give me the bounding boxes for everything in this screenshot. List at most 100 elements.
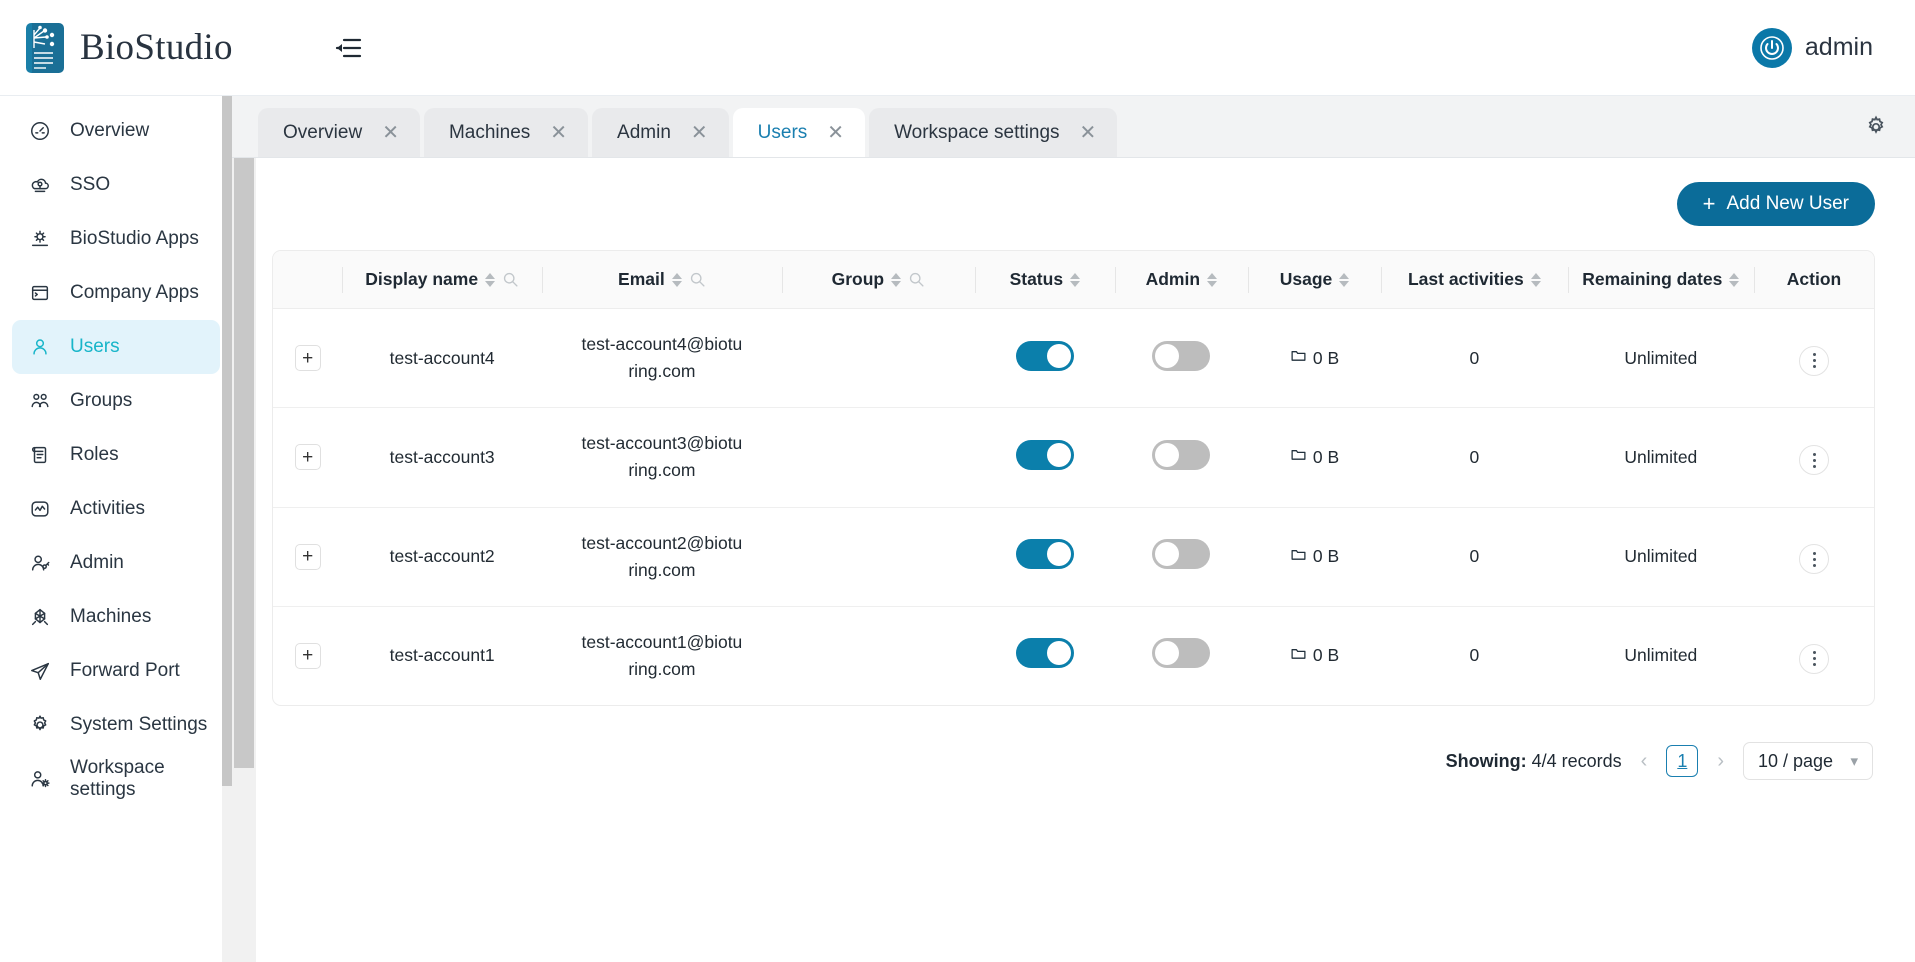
kebab-menu-icon[interactable]: [1799, 643, 1830, 674]
collapse-menu-icon[interactable]: [326, 26, 370, 70]
admin-cell: [1114, 507, 1248, 607]
expand-cell: +: [273, 507, 343, 607]
status-cell: [974, 507, 1115, 607]
content-area: Overview ✕ Machines ✕ Admin ✕ Users ✕ Workspace …: [232, 96, 1915, 962]
folder-icon: [1290, 645, 1307, 667]
sidebar-item-system-settings[interactable]: System Settings: [12, 698, 220, 752]
user-menu[interactable]: admin: [1751, 27, 1873, 68]
toggle-knob: [1046, 542, 1071, 567]
power-user-avatar-icon: [1751, 27, 1792, 68]
toggle-knob: [1155, 442, 1180, 467]
sidebar-item-workspace-settings[interactable]: Workspace settings: [12, 752, 220, 806]
status-toggle[interactable]: [1015, 340, 1074, 371]
plus-icon[interactable]: +: [294, 543, 321, 570]
sidebar-item-forward-port[interactable]: Forward Port: [12, 644, 220, 698]
column-header-label: Status: [1009, 269, 1064, 289]
chevron-down-icon: ▾: [1850, 753, 1858, 770]
close-icon[interactable]: ✕: [550, 123, 567, 143]
usage-value: 0 B: [1312, 347, 1340, 368]
group-cell: [782, 606, 975, 705]
sort-toggle-icon[interactable]: [1070, 272, 1081, 287]
email-cell: test-account1@biotu ring.com: [542, 606, 782, 705]
search-icon[interactable]: [502, 271, 519, 288]
tab-label: Overview: [283, 121, 363, 143]
sidebar-item-groups[interactable]: Groups: [12, 374, 220, 428]
sidebar-item-label: Workspace settings: [70, 757, 165, 800]
sort-toggle-icon[interactable]: [1530, 272, 1541, 287]
plus-icon[interactable]: +: [294, 444, 321, 471]
admin-toggle[interactable]: [1152, 539, 1211, 570]
panel-scrollbar[interactable]: [232, 158, 256, 962]
action-cell: [1754, 308, 1874, 409]
admin-toggle[interactable]: [1152, 340, 1211, 371]
sort-toggle-icon[interactable]: [1729, 272, 1740, 287]
sidebar-item-label: Groups: [70, 390, 133, 411]
column-header-label: Last activities: [1407, 269, 1524, 289]
action-cell: [1754, 507, 1874, 607]
gear-icon[interactable]: [1861, 112, 1891, 142]
kebab-menu-icon[interactable]: [1799, 345, 1830, 376]
email-line-2: ring.com: [628, 559, 696, 580]
showing-value: 4/4 records: [1531, 750, 1622, 771]
email-cell: test-account3@biotu ring.com: [542, 407, 782, 508]
sidebar-item-admin[interactable]: Admin: [12, 536, 220, 590]
sidebar-scrollbar-thumb[interactable]: [222, 96, 232, 786]
chevron-right-icon[interactable]: ›: [1714, 750, 1727, 773]
panel: + Add New User Display name Email Group Sta…: [232, 158, 1915, 962]
sidebar-item-machines[interactable]: Machines: [12, 590, 220, 644]
status-toggle[interactable]: [1015, 539, 1074, 570]
tab-users[interactable]: Users ✕: [732, 108, 866, 157]
expand-cell: +: [273, 308, 343, 409]
close-icon[interactable]: ✕: [1080, 123, 1097, 143]
plus-icon[interactable]: +: [294, 345, 321, 372]
status-toggle[interactable]: [1015, 439, 1074, 470]
sidebar-scrollbar[interactable]: [222, 96, 232, 962]
showing-records: Showing: 4/4 records: [1446, 751, 1622, 772]
sidebar-item-roles[interactable]: Roles: [12, 428, 220, 482]
tab-admin[interactable]: Admin ✕: [592, 108, 729, 157]
sort-toggle-icon[interactable]: [891, 272, 902, 287]
sort-toggle-icon[interactable]: [1207, 272, 1218, 287]
sidebar-item-sso[interactable]: SSO: [12, 158, 220, 212]
status-toggle[interactable]: [1015, 638, 1074, 669]
top-bar: BioStudio admin: [0, 0, 1915, 96]
admin-toggle[interactable]: [1152, 439, 1211, 470]
usage-cell: 0 B: [1247, 308, 1382, 409]
kebab-menu-icon[interactable]: [1799, 445, 1830, 476]
add-new-user-button[interactable]: + Add New User: [1676, 182, 1875, 226]
email-line-1: test-account3@biotu: [581, 433, 743, 454]
sidebar-item-users[interactable]: Users: [12, 320, 220, 374]
showing-label: Showing:: [1445, 750, 1527, 771]
tab-overview[interactable]: Overview ✕: [258, 108, 420, 157]
table-header-expand: [273, 251, 343, 309]
tab-workspace-settings[interactable]: Workspace settings ✕: [869, 108, 1118, 157]
close-icon[interactable]: ✕: [827, 123, 844, 143]
close-icon[interactable]: ✕: [382, 123, 399, 143]
chevron-left-icon[interactable]: ‹: [1638, 750, 1651, 773]
search-icon[interactable]: [689, 271, 706, 288]
group-cell: [781, 407, 975, 508]
kebab-menu-icon[interactable]: [1799, 544, 1830, 575]
window-terminal-icon: [28, 281, 52, 305]
tab-machines[interactable]: Machines ✕: [423, 108, 589, 157]
per-page-select[interactable]: 10 / page ▾: [1743, 742, 1873, 780]
admin-cell: [1114, 407, 1248, 508]
search-icon[interactable]: [908, 271, 925, 288]
sidebar-item-company-apps[interactable]: Company Apps: [12, 266, 220, 320]
panel-scrollbar-thumb[interactable]: [234, 158, 254, 768]
sidebar-item-label: SSO: [70, 174, 111, 195]
page-number-1[interactable]: 1: [1666, 745, 1699, 777]
sort-toggle-icon[interactable]: [671, 272, 682, 287]
pagination: Showing: 4/4 records ‹ 1 › 10 / page ▾: [272, 706, 1875, 780]
plus-icon[interactable]: +: [294, 642, 321, 669]
sidebar-item-biostudio-apps[interactable]: BioStudio Apps: [12, 212, 220, 266]
sort-toggle-icon[interactable]: [1339, 272, 1350, 287]
toggle-knob: [1046, 442, 1071, 467]
sidebar-item-activities[interactable]: Activities: [12, 482, 220, 536]
table-header-row: Display name Email Group Status Admin Usage La…: [273, 251, 1874, 309]
admin-toggle[interactable]: [1152, 638, 1211, 669]
close-icon[interactable]: ✕: [691, 123, 708, 143]
column-header-label: Group: [831, 269, 885, 289]
sidebar-item-overview[interactable]: Overview: [12, 104, 220, 158]
sort-toggle-icon[interactable]: [485, 272, 496, 287]
